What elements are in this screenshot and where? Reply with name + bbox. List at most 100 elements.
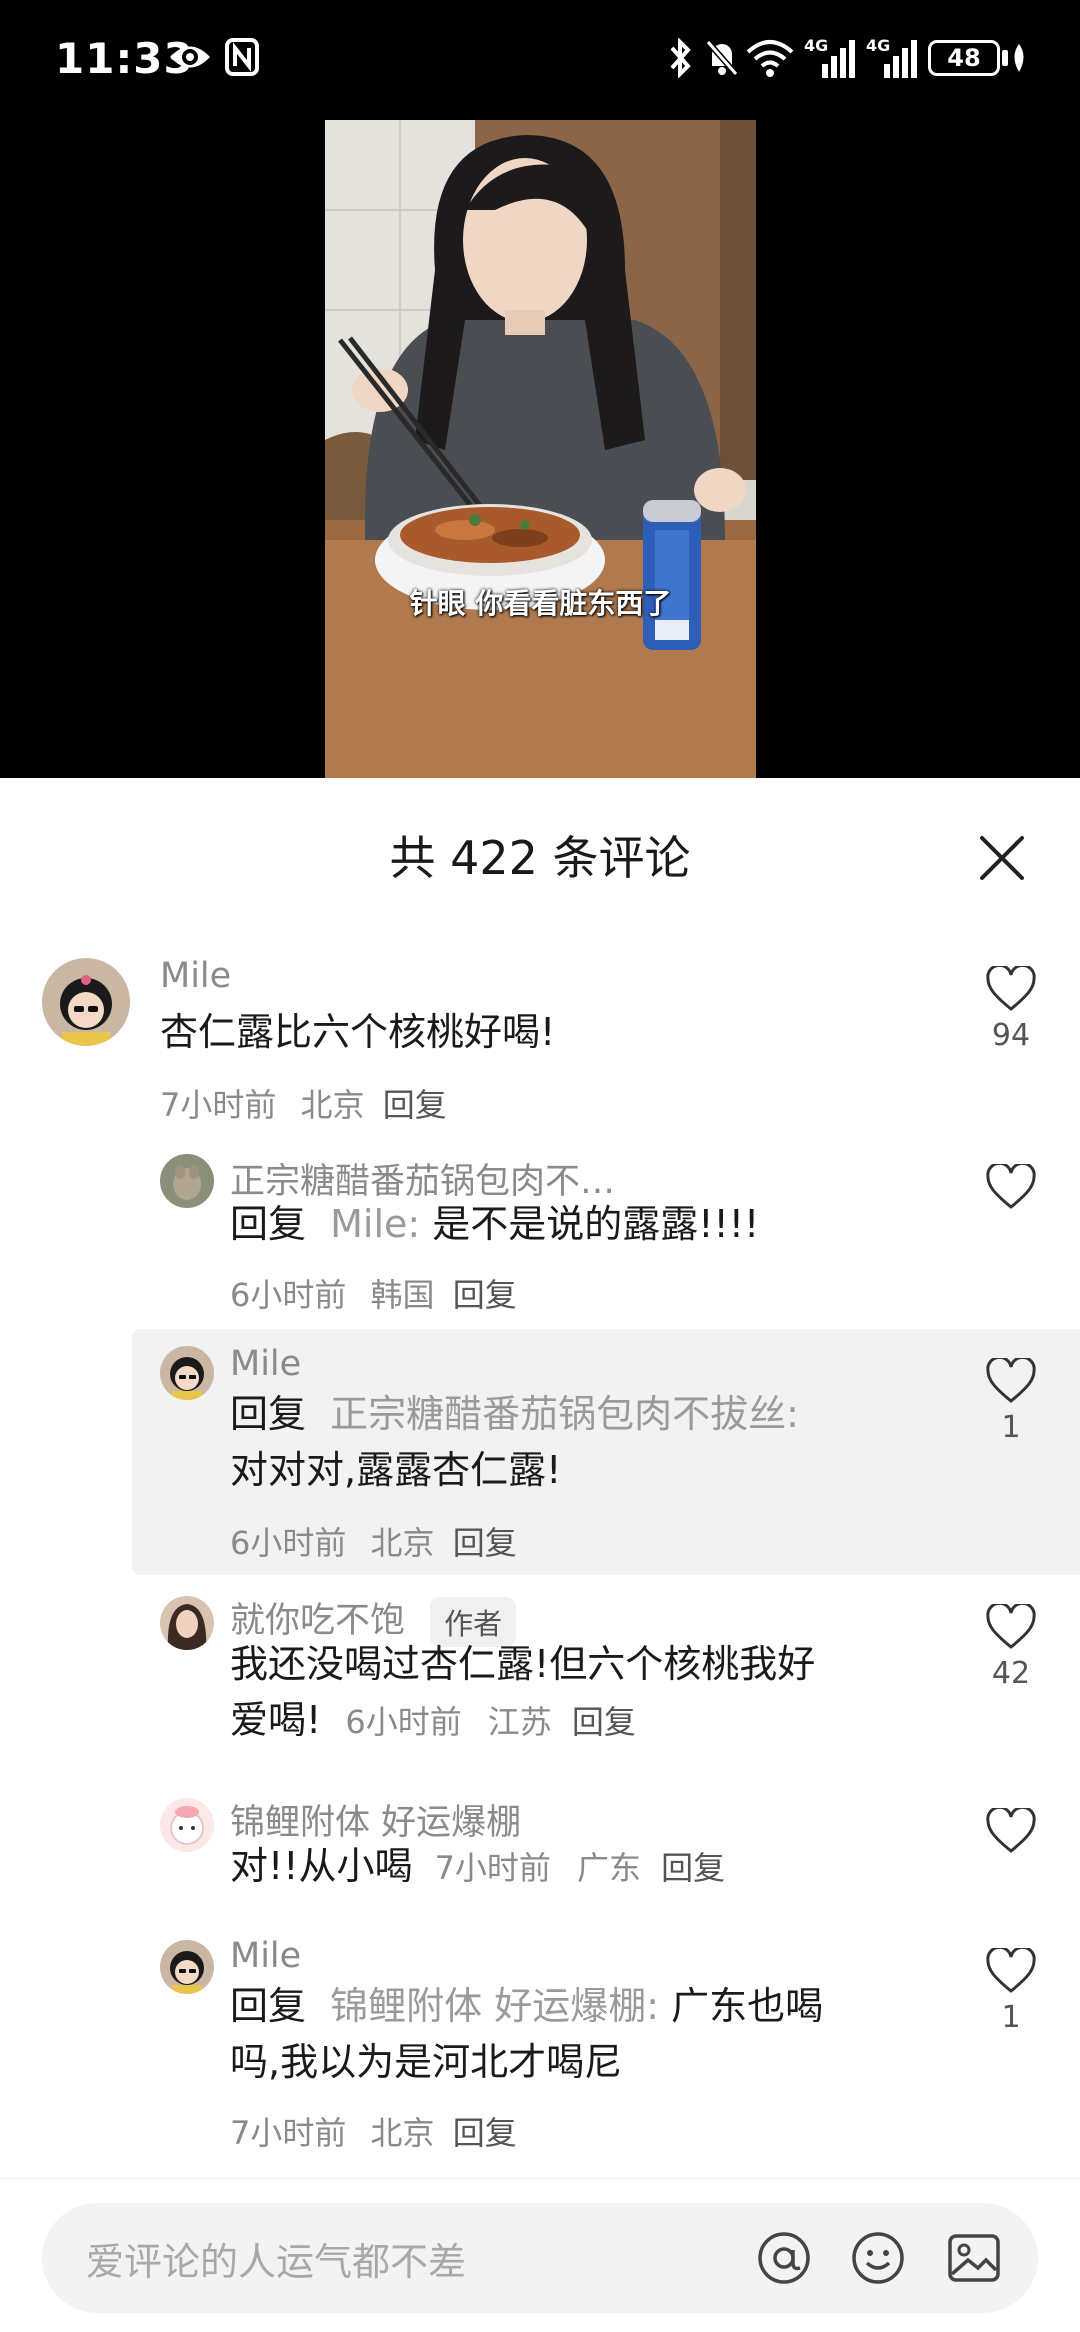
comment-location: 韩国 xyxy=(370,1276,435,1314)
video-player[interactable]: 针眼 你看看脏东西了 xyxy=(0,120,1080,778)
like-button[interactable] xyxy=(983,1164,1039,1216)
wifi-icon xyxy=(746,40,794,77)
status-bar: 11:33 4G 4G 48 xyxy=(0,0,1080,120)
comment-text-continued: 吗,我以为是河北才喝尼 xyxy=(230,2040,623,2084)
cellular-signal-icon: 4G xyxy=(804,36,856,78)
like-count: 94 xyxy=(991,1018,1031,1053)
comment-time: 6小时前 xyxy=(230,1524,347,1562)
image-icon[interactable] xyxy=(946,2230,1002,2286)
comment-text-continued: 爱喝! xyxy=(230,1698,322,1742)
cellular-signal-icon: 4G xyxy=(866,36,918,78)
comment-text: 对!!从小喝 xyxy=(230,1844,413,1888)
avatar[interactable] xyxy=(160,1596,214,1650)
comment-time: 7小时前 xyxy=(160,1086,277,1124)
comment-input-placeholder: 爱评论的人运气都不差 xyxy=(86,2240,467,2284)
reply-target-username[interactable]: Mile xyxy=(330,1202,407,1246)
comment-text: 我还没喝过杏仁露!但六个核桃我好 xyxy=(230,1642,816,1686)
avatar-image xyxy=(42,958,130,1046)
comment-meta: 6小时前 北京 回复 xyxy=(230,1518,517,1564)
nfc-icon xyxy=(225,38,259,76)
eye-icon xyxy=(170,46,210,68)
video-thumbnail xyxy=(325,120,756,778)
video-frame[interactable]: 针眼 你看看脏东西了 xyxy=(325,120,756,778)
comment-time: 7小时前 xyxy=(230,2114,347,2152)
network-type-label: 4G xyxy=(866,36,891,55)
avatar-image xyxy=(160,1596,214,1650)
comment-input-bar: 爱评论的人运气都不差 xyxy=(0,2178,1080,2332)
heart-icon xyxy=(986,966,1036,1011)
reply-prefix: 回复 xyxy=(230,1392,307,1436)
reply-prefix: 回复 xyxy=(230,1202,307,1246)
avatar[interactable] xyxy=(160,1346,214,1400)
comment-text: 对对对,露露杏仁露! xyxy=(230,1448,562,1492)
comments-panel: 共 422 条评论 Mile 杏仁露比六个核桃好喝! 7小时前 北京 回复 94… xyxy=(0,778,1080,2331)
comments-count-title: 共 422 条评论 xyxy=(389,831,691,885)
avatar[interactable] xyxy=(160,1940,214,1994)
comment-time: 6小时前 xyxy=(345,1703,462,1741)
comment-location: 北京 xyxy=(300,1086,365,1124)
comment-username[interactable]: Mile xyxy=(230,1936,301,1976)
emoji-icon[interactable] xyxy=(850,2230,906,2286)
comment-text-line: 回复 Mile: 是不是说的露露!!!! xyxy=(230,1202,760,1246)
comment-meta: 7小时前 北京 回复 xyxy=(160,1080,447,1126)
comment-location: 广东 xyxy=(577,1849,642,1887)
heart-icon xyxy=(986,1948,1036,1993)
reply-prefix: 回复 xyxy=(230,1984,307,2028)
video-subtitle: 针眼 你看看脏东西了 xyxy=(409,587,672,620)
comment-text-line: 爱喝! 6小时前 江苏 回复 xyxy=(230,1692,636,1750)
comment-input[interactable]: 爱评论的人运气都不差 xyxy=(42,2203,1038,2313)
comment-text: 是不是说的露露!!!! xyxy=(432,1202,760,1246)
comment-username-text[interactable]: 就你吃不饱 xyxy=(230,1601,405,1641)
like-button[interactable]: 42 xyxy=(983,1604,1039,1691)
comment-username[interactable]: Mile xyxy=(160,956,231,996)
reply-button[interactable]: 回复 xyxy=(453,1276,517,1314)
heart-icon xyxy=(986,1808,1036,1853)
mention-icon[interactable] xyxy=(756,2230,812,2286)
comment-location: 江苏 xyxy=(487,1703,552,1741)
like-count: 1 xyxy=(1001,2000,1021,2035)
like-button[interactable]: 1 xyxy=(983,1358,1039,1445)
comment-time: 7小时前 xyxy=(434,1849,551,1887)
reply-button[interactable]: 回复 xyxy=(453,1524,517,1562)
close-icon[interactable] xyxy=(972,828,1032,888)
comment-username[interactable]: Mile xyxy=(230,1344,301,1384)
like-count: 1 xyxy=(1001,1410,1021,1445)
avatar[interactable] xyxy=(160,1154,214,1208)
comment-text: 杏仁露比六个核桃好喝! xyxy=(160,1010,556,1054)
network-type-label: 4G xyxy=(804,36,829,55)
like-count: 42 xyxy=(991,1656,1031,1691)
avatar-image xyxy=(160,1346,214,1400)
avatar-image xyxy=(160,1940,214,1994)
reply-button[interactable]: 回复 xyxy=(661,1849,725,1887)
heart-icon xyxy=(986,1164,1036,1209)
reply-button[interactable]: 回复 xyxy=(383,1086,447,1124)
comment-text-line: 回复 锦鲤附体 好运爆棚: 广东也喝 xyxy=(230,1984,824,2028)
comment-text-line: 对!!从小喝 7小时前 广东 回复 xyxy=(230,1838,725,1896)
avatar-image xyxy=(160,1798,214,1852)
avatar-image xyxy=(160,1154,214,1208)
bluetooth-icon xyxy=(670,38,691,78)
reply-target-username[interactable]: 锦鲤附体 好运爆棚 xyxy=(330,1984,646,2028)
mute-bell-icon xyxy=(705,40,739,76)
like-button[interactable]: 94 xyxy=(983,966,1039,1053)
comment-text-line: 回复 正宗糖醋番茄锅包肉不拔丝: xyxy=(230,1392,799,1436)
reply-button[interactable]: 回复 xyxy=(572,1703,636,1741)
comment-text: 广东也喝 xyxy=(671,1984,824,2028)
comment-time: 6小时前 xyxy=(230,1276,347,1314)
comment-location: 北京 xyxy=(370,2114,435,2152)
like-button[interactable]: 1 xyxy=(983,1948,1039,2035)
battery-icon: 48 xyxy=(928,40,1000,76)
battery-level: 48 xyxy=(947,44,981,72)
like-button[interactable] xyxy=(983,1808,1039,1860)
heart-icon xyxy=(986,1604,1036,1649)
heart-icon xyxy=(986,1358,1036,1403)
avatar[interactable] xyxy=(42,958,130,1046)
comment-meta: 7小时前 北京 回复 xyxy=(230,2108,517,2154)
comment-meta: 6小时前 韩国 回复 xyxy=(230,1270,517,1316)
avatar[interactable] xyxy=(160,1798,214,1852)
comment-location: 北京 xyxy=(370,1524,435,1562)
battery-tip xyxy=(1002,50,1008,66)
reply-button[interactable]: 回复 xyxy=(453,2114,517,2152)
reply-target-username[interactable]: 正宗糖醋番茄锅包肉不拔丝 xyxy=(330,1392,786,1436)
leaf-icon xyxy=(1014,44,1024,72)
